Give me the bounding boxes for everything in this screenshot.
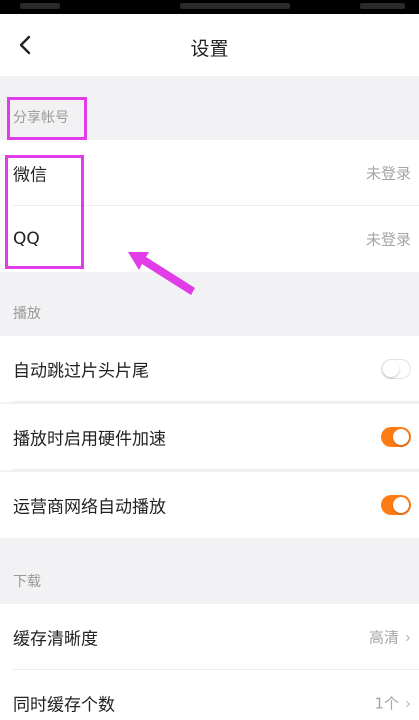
navigation-bar: 设置 [0, 14, 419, 76]
section-title-playback: 播放 [13, 306, 41, 322]
row-label-wechat: 微信 [13, 165, 47, 186]
row-value-concurrent-cache-count: 1个 › [374, 693, 411, 714]
toggle-skip-intro-outro[interactable] [381, 359, 411, 379]
toggle-hardware-acceleration[interactable] [381, 427, 411, 447]
toggle-cellular-autoplay[interactable] [381, 495, 411, 515]
row-divider [13, 469, 419, 470]
row-concurrent-cache-count[interactable]: 同时缓存个数 1个 › [0, 670, 419, 720]
section-header-share: 分享帐号 [0, 76, 419, 140]
row-label-qq: QQ [13, 229, 40, 249]
chevron-right-icon: › [405, 628, 411, 647]
status-bar [0, 0, 419, 14]
row-skip-intro-outro[interactable]: 自动跳过片头片尾 [0, 336, 419, 402]
row-hardware-acceleration[interactable]: 播放时启用硬件加速 [0, 404, 419, 470]
status-bar-info-placeholder [180, 3, 290, 9]
section-title-share: 分享帐号 [13, 110, 69, 126]
row-label-concurrent-cache-count: 同时缓存个数 [13, 695, 115, 716]
cache-quality-value: 高清 [368, 628, 399, 647]
section-header-download: 下载 [0, 540, 419, 604]
row-value-qq: 未登录 [365, 230, 411, 249]
row-label-cache-quality: 缓存清晰度 [13, 629, 98, 650]
annotation-arrow-icon [128, 252, 195, 295]
section-title-download: 下载 [13, 574, 41, 590]
status-bar-time-placeholder [20, 3, 60, 9]
toggle-knob [393, 497, 409, 513]
row-wechat-login[interactable]: 微信 未登录 [0, 140, 419, 206]
row-divider [13, 401, 419, 402]
chevron-right-icon: › [405, 694, 411, 713]
row-value-cache-quality: 高清 › [369, 627, 411, 648]
row-cellular-autoplay[interactable]: 运营商网络自动播放 [0, 472, 419, 538]
row-label-cellular-autoplay: 运营商网络自动播放 [13, 497, 166, 518]
toggle-knob [393, 429, 409, 445]
status-bar-battery-placeholder [360, 3, 405, 9]
row-label-skip-intro-outro: 自动跳过片头片尾 [13, 361, 149, 382]
row-label-hardware-acceleration: 播放时启用硬件加速 [13, 429, 166, 450]
row-cache-quality[interactable]: 缓存清晰度 高清 › [0, 604, 419, 670]
row-value-wechat: 未登录 [365, 164, 411, 183]
toggle-knob [383, 361, 399, 377]
concurrent-cache-count-value: 1个 [374, 694, 399, 713]
page-title: 设置 [190, 38, 229, 60]
